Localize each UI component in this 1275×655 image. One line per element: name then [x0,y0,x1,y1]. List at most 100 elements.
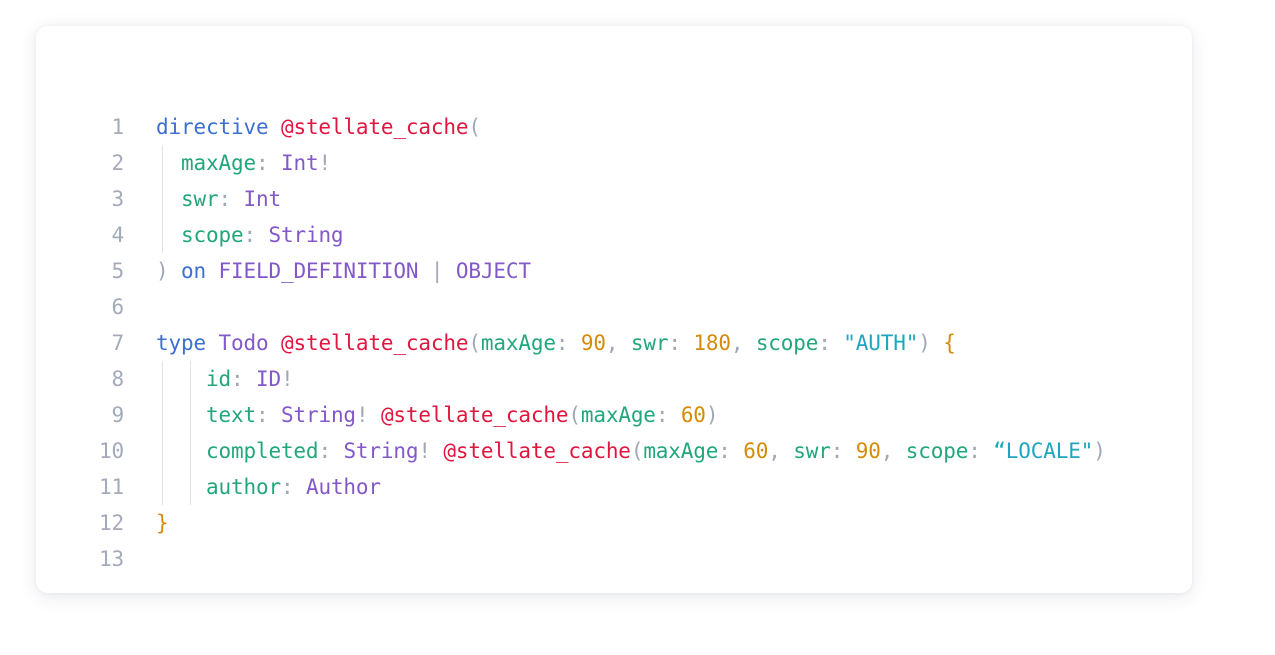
number-token: 180 [693,331,731,355]
line-content: type Todo @stellate_cache(maxAge: 90, sw… [156,325,956,361]
field-token: swr [181,187,219,211]
field-token: swr [630,331,669,355]
line-number: 11 [99,475,124,499]
line-content: swr: Int [156,181,281,217]
line-number: 3 [111,187,125,211]
line-content: author: Author [156,469,381,505]
punctuation-token: ) [1093,439,1106,463]
line-content: scope: String [156,217,344,253]
field-token: scope [755,331,819,355]
punctuation-token: ( [630,439,644,463]
punctuation-token: : [318,439,344,463]
type-token: String [280,403,356,427]
line-content: maxAge: Int! [156,145,331,181]
code-line: 2 maxAge: Int! [36,145,1192,181]
field-token: scope [905,439,969,463]
punctuation-token: : [243,223,269,247]
line-number: 7 [111,331,125,355]
directive-token: @stellate_cache [280,115,469,139]
keyword-token: on [181,259,206,283]
code-line: 12} [36,505,1192,541]
type-token: ID [255,367,281,391]
punctuation-token: ( [568,403,581,427]
keyword-token: directive [156,115,269,139]
line-number: 12 [99,511,124,535]
type-token: Int [243,187,281,211]
type-token: Int [280,151,319,175]
code-line: 1 directive @stellate_cache( [36,109,1192,145]
directive-token: @stellate_cache [380,403,569,427]
punctuation-token: : [655,403,681,427]
punctuation-token: : [280,475,306,499]
type-token: Todo [218,331,269,355]
type-token: String [343,439,419,463]
type-token: FIELD_DEFINITION [218,259,419,283]
number-token: 90 [855,439,881,463]
punctuation-token: : [818,331,844,355]
keyword-token: type [156,331,206,355]
punctuation-token: , [880,439,906,463]
line-content: completed: String! @stellate_cache(maxAg… [156,433,1106,469]
punctuation-token: ! [418,439,444,463]
punctuation-token: , [605,331,631,355]
punctuation-token: : [968,439,994,463]
punctuation-token: ( [468,331,481,355]
number-token: 90 [580,331,606,355]
punctuation-token: : [718,439,744,463]
line-number: 8 [111,367,125,391]
code-line: 7 type Todo @stellate_cache(maxAge: 90, s… [36,325,1192,361]
field-token: swr [793,439,831,463]
brace-token: } [156,511,169,535]
field-token: id [205,367,231,391]
punctuation-token: : [255,151,281,175]
punctuation-token: : [230,367,256,391]
directive-token: @stellate_cache [443,439,631,463]
code-editor[interactable]: 1 directive @stellate_cache(2 maxAge: Int… [36,109,1192,577]
line-number: 13 [99,547,124,571]
punctuation-token: : [830,439,856,463]
type-token: String [268,223,344,247]
field-token: maxAge [181,151,256,175]
line-number: 6 [111,295,125,319]
field-token: scope [181,223,244,247]
code-line: 11 author: Author [36,469,1192,505]
line-number: 10 [99,439,124,463]
code-line: 6 [36,289,1192,325]
line-number: 5 [111,259,125,283]
code-card: 1 directive @stellate_cache(2 maxAge: Int… [36,26,1192,593]
code-line: 8 id: ID! [36,361,1192,397]
field-token: completed [205,439,319,463]
line-content: directive @stellate_cache( [156,109,481,145]
punctuation-token: ) [918,331,944,355]
line-content: text: String! @stellate_cache(maxAge: 60… [156,397,718,433]
field-token: maxAge [643,439,719,463]
punctuation-token: , [768,439,794,463]
line-content: } [156,505,169,541]
code-line: 9 text: String! @stellate_cache(maxAge: … [36,397,1192,433]
punctuation-token: , [730,331,756,355]
line-number: 2 [111,151,125,175]
punctuation-token: | [418,259,456,283]
directive-token: @stellate_cache [280,331,469,355]
punctuation-token: ! [318,151,331,175]
punctuation-token: : [218,187,244,211]
field-token: author [205,475,281,499]
code-line: 10 completed: String! @stellate_cache(ma… [36,433,1192,469]
line-number: 9 [111,403,125,427]
punctuation-token: ( [468,115,481,139]
punctuation-token: ! [280,367,294,391]
line-number: 1 [111,115,125,139]
type-token: OBJECT [455,259,531,283]
punctuation-token: : [555,331,581,355]
field-token: maxAge [480,331,556,355]
field-token: maxAge [580,403,656,427]
brace-token: { [943,331,956,355]
